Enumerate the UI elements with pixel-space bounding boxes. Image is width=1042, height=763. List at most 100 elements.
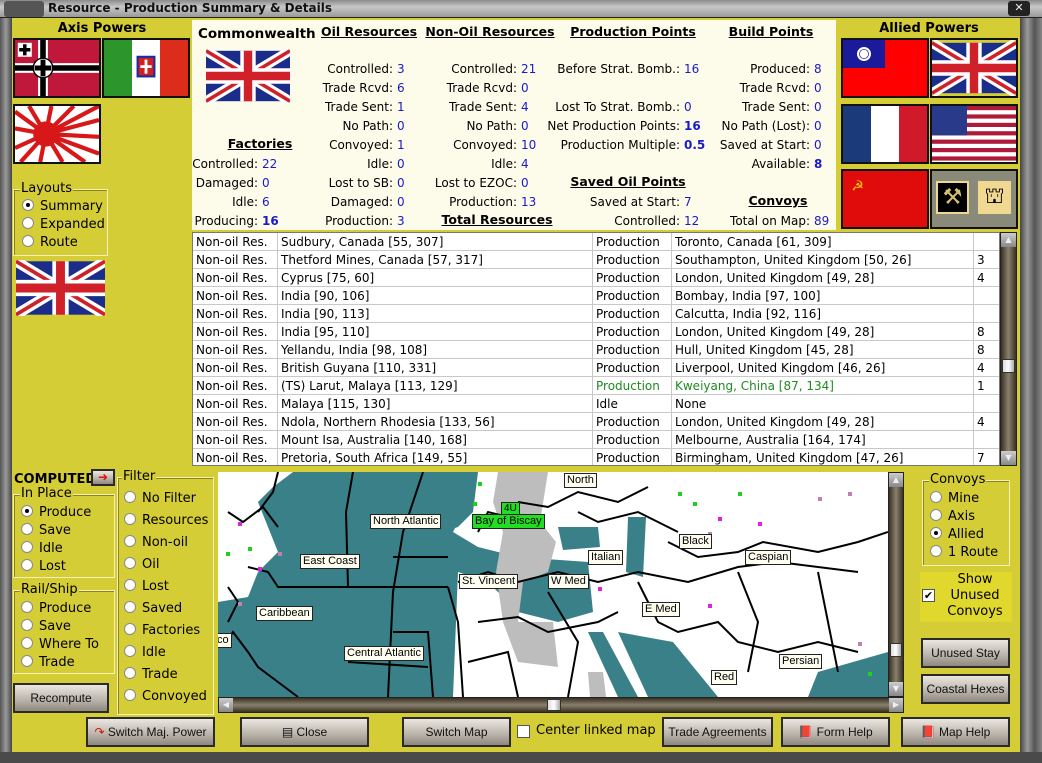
map-label-caspian[interactable]: Caspian <box>745 550 792 565</box>
unused-stay-button[interactable]: Unused Stay <box>921 638 1010 668</box>
flag-france-button[interactable] <box>841 104 929 164</box>
close-x-icon[interactable]: ✕ <box>1008 1 1030 16</box>
map-view[interactable]: North North Atlantic 4U Bay of Biscay Ea… <box>218 472 888 697</box>
convoys-mine-radio[interactable]: Mine <box>930 491 979 506</box>
map-label-north-top[interactable]: North <box>564 473 597 488</box>
flag-ussr-button[interactable] <box>841 169 929 229</box>
table-row[interactable]: Non-oil Res. (TS) Larut, Malaya [113, 129… <box>193 377 999 395</box>
flag-japan-button[interactable] <box>13 104 101 164</box>
table-row[interactable]: Non-oil Res. Cyprus [75, 60] Production Lon… <box>193 269 999 287</box>
rail-ship-where-to-radio[interactable]: Where To <box>21 637 99 652</box>
map-help-button[interactable]: 📕 Map Help <box>901 717 1010 747</box>
map-label-black[interactable]: Black <box>679 534 712 549</box>
map-vscroll-thumb[interactable] <box>890 643 902 657</box>
convoys-axis-radio[interactable]: Axis <box>930 509 975 524</box>
close-button[interactable]: ▤ Close <box>240 717 369 747</box>
form-help-button[interactable]: 📕 Form Help <box>781 717 890 747</box>
map-label-north-atlantic[interactable]: North Atlantic <box>370 514 442 529</box>
switch-map-button[interactable]: Switch Map <box>402 717 511 747</box>
table-cell: 4 <box>974 413 999 431</box>
show-unused-convoys-checkbox[interactable]: ✔ Show Unused Convoys <box>920 572 1012 622</box>
in-place-save-radio[interactable]: Save <box>21 523 71 538</box>
scroll-down-arrow-icon[interactable]: ▼ <box>1001 451 1016 465</box>
table-row[interactable]: Non-oil Res. Thetford Mines, Canada [57, … <box>193 251 999 269</box>
center-linked-map-checkbox[interactable] <box>517 725 530 738</box>
filter-trade-radio[interactable]: Trade <box>124 667 178 682</box>
filter-idle-radio[interactable]: Idle <box>124 645 166 660</box>
flag-china-button[interactable] <box>841 38 929 98</box>
scroll-down-arrow-icon[interactable]: ▼ <box>889 682 903 696</box>
convoys-1-route-radio[interactable]: 1 Route <box>930 545 998 560</box>
flag-italy-button[interactable] <box>102 38 190 98</box>
trade-agreements-button[interactable]: Trade Agreements <box>662 717 773 747</box>
filter-lost-radio[interactable]: Lost <box>124 579 169 594</box>
scroll-up-arrow-icon[interactable]: ▲ <box>889 473 903 487</box>
filter-oil-radio[interactable]: Oil <box>124 557 159 572</box>
recompute-button[interactable]: Recompute <box>13 683 109 713</box>
in-place-produce-radio[interactable]: Produce <box>21 505 91 520</box>
map-label-st-vincent[interactable]: St. Vincent <box>459 574 518 589</box>
map-horizontal-scrollbar[interactable]: ◀ ▶ <box>218 697 904 713</box>
table-cell: 4 <box>974 359 999 377</box>
table-row[interactable]: Non-oil Res. Yellandu, India [98, 108] Pro… <box>193 341 999 359</box>
table-row[interactable]: Non-oil Res. India [95, 110] Production Lon… <box>193 323 999 341</box>
map-vertical-scrollbar[interactable]: ▲ ▼ <box>888 472 904 697</box>
map-label-w-med[interactable]: W Med <box>548 574 589 589</box>
stat-label: Convoyed: <box>453 138 517 152</box>
window-menu-button[interactable] <box>4 1 44 17</box>
filter-non-oil-radio[interactable]: Non-oil <box>124 535 188 550</box>
scroll-up-arrow-icon[interactable]: ▲ <box>1001 233 1016 247</box>
red-arrow-icon[interactable]: ➜ <box>91 469 115 486</box>
convoys-allied-radio[interactable]: Allied <box>930 527 984 542</box>
map-label-italian[interactable]: Italian <box>588 550 624 565</box>
radio-label: Oil <box>142 557 160 572</box>
table-row[interactable]: Non-oil Res. Sudbury, Canada [55, 307] Pro… <box>193 233 999 251</box>
filter-resources-radio[interactable]: Resources <box>124 513 208 528</box>
table-row[interactable]: Non-oil Res. Malaya [115, 130] Idle None <box>193 395 999 413</box>
map-label-east-coast[interactable]: East Coast <box>300 554 360 569</box>
filter-convoyed-radio[interactable]: Convoyed <box>124 689 207 704</box>
map-label-persian[interactable]: Persian <box>779 654 823 669</box>
filter-no-filter-radio[interactable]: No Filter <box>124 491 196 506</box>
rail-ship-save-radio[interactable]: Save <box>21 619 71 634</box>
in-place-lost-radio[interactable]: Lost <box>21 559 66 574</box>
allied-powers-title: Allied Powers <box>879 21 979 36</box>
in-place-legend: In Place <box>20 486 73 501</box>
table-cell: London, United Kingdom [49, 28] <box>672 323 974 341</box>
flag-germany-button[interactable] <box>13 38 101 98</box>
switch-major-power-button[interactable]: ↷ Switch Maj. Power <box>86 717 215 747</box>
rail-ship-trade-radio[interactable]: Trade <box>21 655 75 670</box>
table-cell: Idle <box>593 395 672 413</box>
stat-value: 3 <box>397 214 405 228</box>
map-label-e-med[interactable]: E Med <box>642 602 680 617</box>
table-row[interactable]: Non-oil Res. India [90, 113] Production Cal… <box>193 305 999 323</box>
filter-saved-radio[interactable]: Saved <box>124 601 182 616</box>
table-row[interactable]: Non-oil Res. Pretoria, South Africa [149,… <box>193 449 999 465</box>
table-row[interactable]: Non-oil Res. Ndola, Northern Rhodesia [13… <box>193 413 999 431</box>
rail-ship-produce-radio[interactable]: Produce <box>21 601 91 616</box>
filter-factories-radio[interactable]: Factories <box>124 623 200 638</box>
map-label-bay-of-biscay[interactable]: Bay of Biscay <box>472 514 545 529</box>
flag-usa-button[interactable] <box>930 104 1018 164</box>
layout-route-radio[interactable]: Route <box>22 235 78 250</box>
flag-uk-button[interactable] <box>930 38 1018 98</box>
scroll-left-arrow-icon[interactable]: ◀ <box>219 698 233 712</box>
map-label-red[interactable]: Red <box>711 670 738 685</box>
table-row[interactable]: Non-oil Res. British Guyana [110, 331] Pro… <box>193 359 999 377</box>
map-label-central-atlantic[interactable]: Central Atlantic <box>344 646 424 661</box>
help-book-icon: 📕 <box>920 725 939 739</box>
map-hscroll-thumb[interactable] <box>547 699 561 711</box>
table-row[interactable]: Non-oil Res. Mount Isa, Australia [140, 1… <box>193 431 999 449</box>
table-scrollbar[interactable]: ▲ ▼ <box>1000 232 1017 466</box>
resource-type-button[interactable]: ⚒ ⛫ <box>930 169 1018 229</box>
layout-summary-radio[interactable]: Summary <box>22 199 103 214</box>
layout-expanded-radio[interactable]: Expanded <box>22 217 105 232</box>
stat-label: Lost to EZOC: <box>434 176 517 190</box>
table-row[interactable]: Non-oil Res. India [90, 106] Production Bom… <box>193 287 999 305</box>
table-scroll-thumb[interactable] <box>1002 359 1015 373</box>
coastal-hexes-button[interactable]: Coastal Hexes <box>921 674 1010 704</box>
map-label-caribbean[interactable]: Caribbean <box>256 606 313 621</box>
map-label-mexico-partial[interactable]: co <box>218 633 232 648</box>
scroll-right-arrow-icon[interactable]: ▶ <box>889 698 903 712</box>
in-place-idle-radio[interactable]: Idle <box>21 541 63 556</box>
